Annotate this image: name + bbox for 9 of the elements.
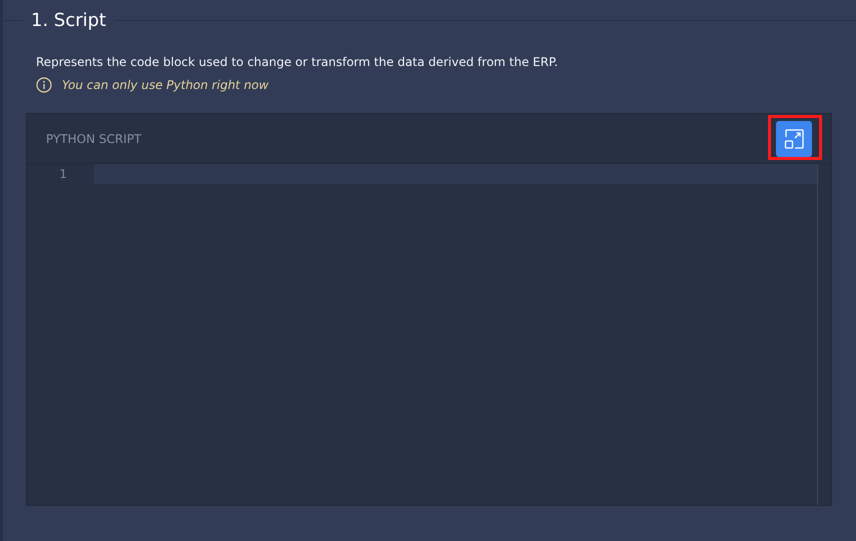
expand-button[interactable]	[776, 120, 812, 156]
section-title: 1. Script	[30, 10, 108, 31]
code-editor[interactable]: PYTHON SCRIPT 1	[26, 113, 832, 506]
editor-title: PYTHON SCRIPT	[46, 132, 142, 146]
hint-text: You can only use Python right now	[62, 78, 269, 92]
line-number: 1	[58, 166, 68, 183]
expand-icon	[782, 126, 806, 150]
section-description: Represents the code block used to change or transform the data derived from the ERP.	[36, 55, 559, 69]
info-icon	[36, 77, 52, 93]
